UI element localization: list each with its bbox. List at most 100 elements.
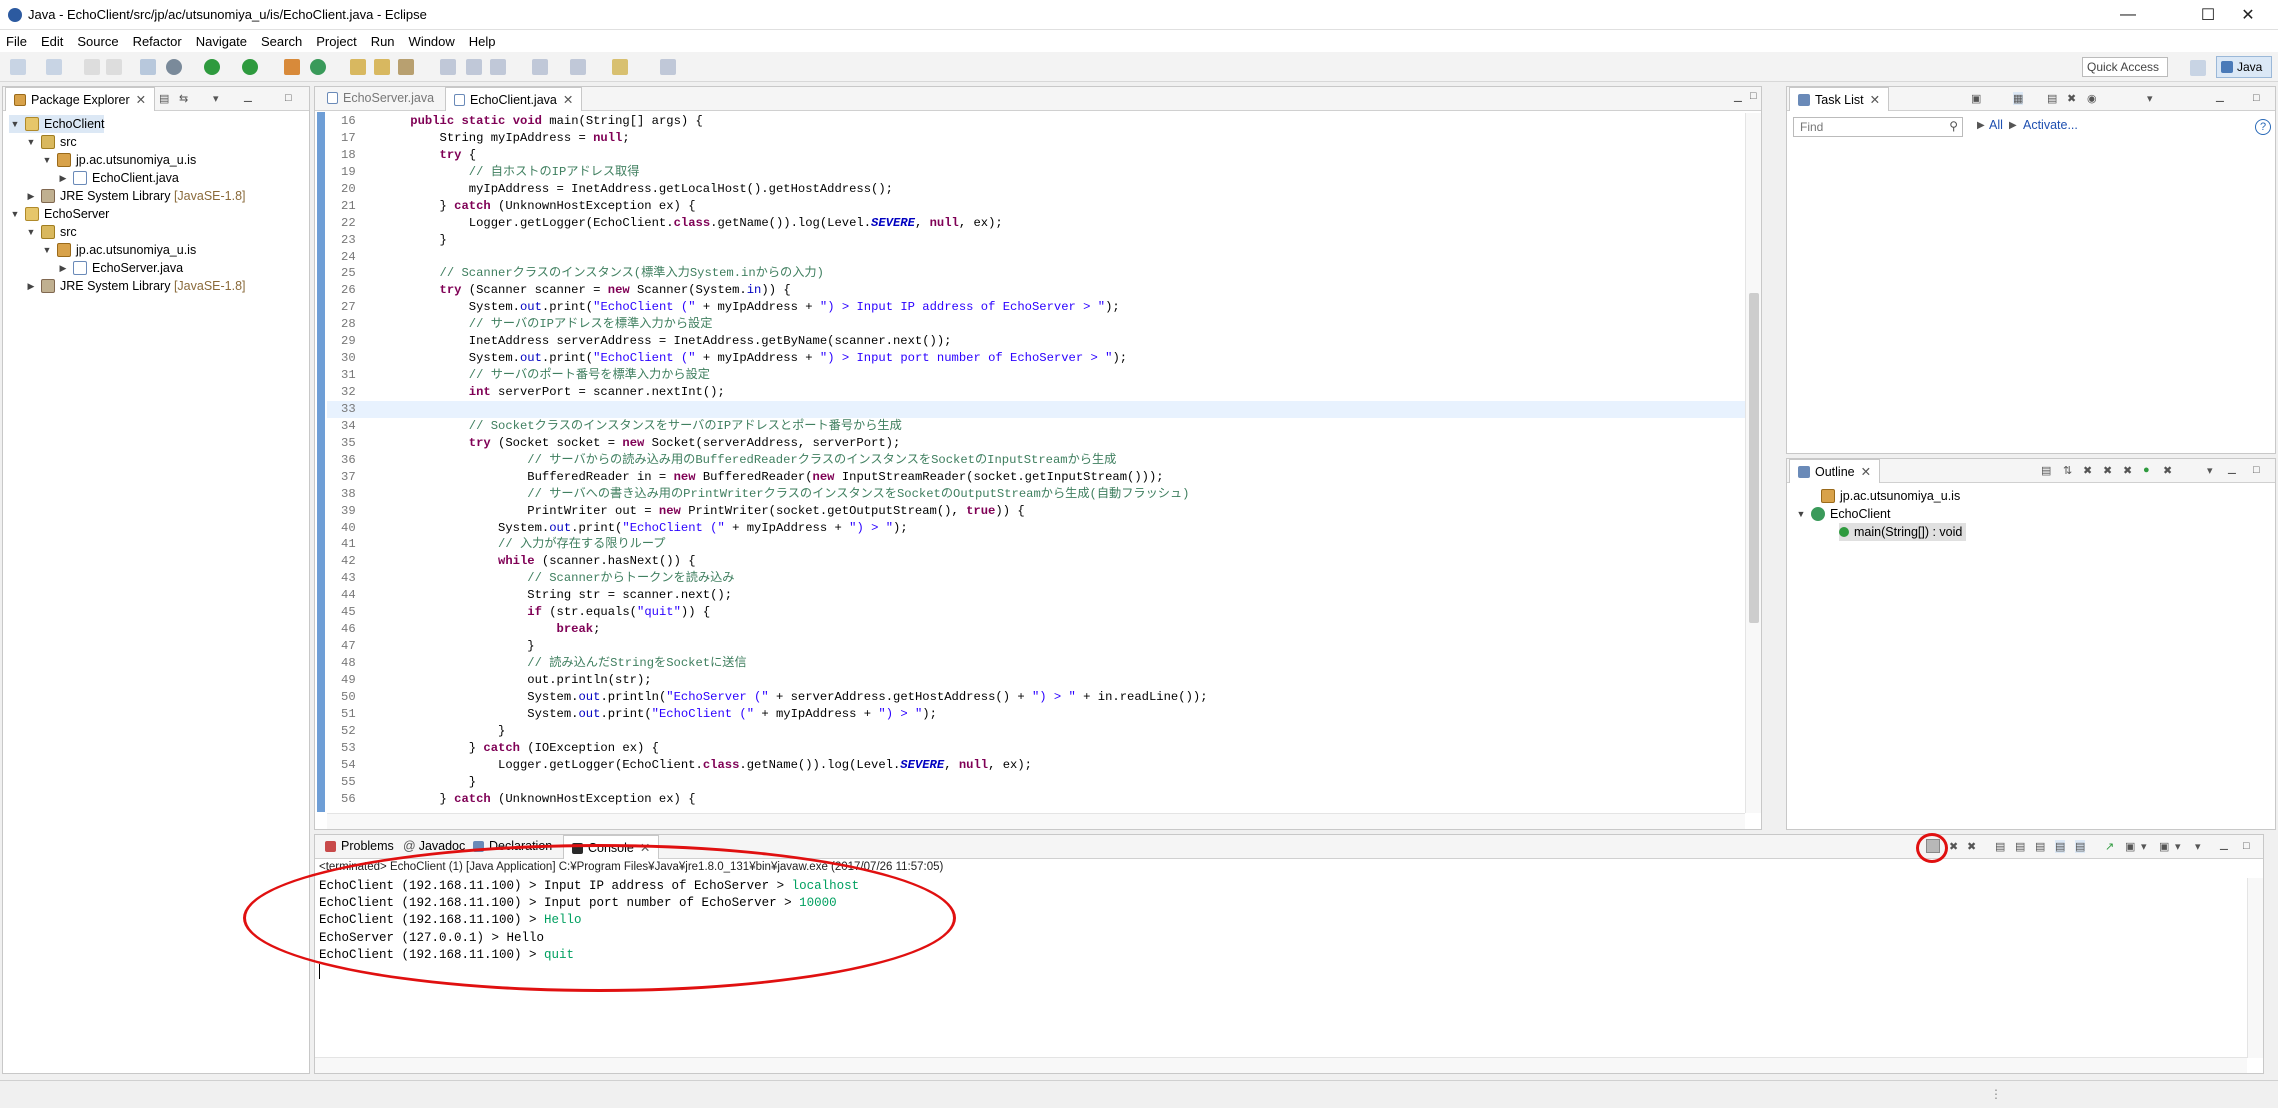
menu-project[interactable]: Project xyxy=(316,34,356,49)
tab-echoserver-java[interactable]: EchoServer.java xyxy=(319,87,442,111)
code-line[interactable]: 21 } catch (UnknownHostException ex) { xyxy=(327,198,1745,215)
tree-item-package[interactable]: ▼ jp.ac.utsunomiya_u.is xyxy=(41,241,196,259)
expand-chevron-icon[interactable]: ▼ xyxy=(9,209,21,219)
code-line[interactable]: 42 while (scanner.hasNext()) { xyxy=(327,553,1745,570)
mark-occurrences-icon[interactable] xyxy=(490,59,506,75)
tree-item-jre-library[interactable]: ▶ JRE System Library [JavaSE-1.8] xyxy=(25,187,246,205)
tab-echoclient-java[interactable]: EchoClient.java ✕ xyxy=(445,87,583,111)
code-line[interactable]: 44 String str = scanner.next(); xyxy=(327,587,1745,604)
editor-horizontal-scrollbar[interactable] xyxy=(327,813,1745,829)
external-tools-icon[interactable] xyxy=(284,59,300,75)
categorized-icon[interactable]: ▦ xyxy=(2013,92,2024,105)
hide-fields-icon[interactable]: ✖ xyxy=(2083,464,2092,477)
minimize-view-icon[interactable]: ⚊ xyxy=(2219,840,2229,853)
prev-annotation-icon[interactable] xyxy=(466,59,482,75)
code-line[interactable]: 23 } xyxy=(327,232,1745,249)
code-line[interactable]: 48 // 読み込んだStringをSocketに送信 xyxy=(327,655,1745,672)
code-line[interactable]: 33 xyxy=(327,400,1745,418)
code-line[interactable]: 29 InetAddress serverAddress = InetAddre… xyxy=(327,333,1745,350)
view-menu-icon[interactable]: ▾ xyxy=(213,92,219,105)
new-class-icon[interactable] xyxy=(310,59,326,75)
code-line[interactable]: 51 System.out.print("EchoClient (" + myI… xyxy=(327,706,1745,723)
collapse-all-icon[interactable]: ▤ xyxy=(159,92,169,105)
collapse-all-icon[interactable]: ▤ xyxy=(2047,92,2057,105)
code-line[interactable]: 25 // Scannerクラスのインスタンス(標準入力System.inからの… xyxy=(327,265,1745,282)
maximize-editor-icon[interactable]: □ xyxy=(1750,90,1757,102)
dropdown-icon[interactable]: ▾ xyxy=(2141,840,2147,853)
code-line[interactable]: 55 } xyxy=(327,774,1745,791)
run-icon[interactable] xyxy=(204,59,220,75)
expand-chevron-icon[interactable]: ▶ xyxy=(57,263,69,274)
show-on-stderr-icon[interactable]: ▤ xyxy=(2075,840,2086,853)
next-annotation-icon[interactable] xyxy=(440,59,456,75)
forward-icon[interactable] xyxy=(660,59,676,75)
menu-refactor[interactable]: Refactor xyxy=(133,34,182,49)
remove-launch-icon[interactable]: ✖ xyxy=(1949,840,1958,853)
code-line[interactable]: 26 try (Scanner scanner = new Scanner(Sy… xyxy=(327,282,1745,299)
code-line[interactable]: 27 System.out.print("EchoClient (" + myI… xyxy=(327,299,1745,316)
console-vertical-scrollbar[interactable] xyxy=(2247,878,2263,1058)
open-folder-icon[interactable] xyxy=(350,59,366,75)
expand-chevron-icon[interactable]: ▼ xyxy=(41,155,53,165)
pin-console-icon[interactable]: ↗ xyxy=(2105,840,2114,853)
outline-item-package[interactable]: jp.ac.utsunomiya_u.is xyxy=(1821,487,1960,505)
editor-vertical-scrollbar[interactable] xyxy=(1745,113,1761,813)
code-line[interactable]: 49 out.println(str); xyxy=(327,672,1745,689)
maximize-view-icon[interactable]: □ xyxy=(2253,92,2260,104)
close-icon[interactable]: ✕ xyxy=(1870,93,1880,107)
tab-package-explorer[interactable]: Package Explorer ✕ xyxy=(5,87,156,111)
menu-window[interactable]: Window xyxy=(409,34,455,49)
code-line[interactable]: 50 System.out.println("EchoServer (" + s… xyxy=(327,689,1745,706)
search-icon[interactable] xyxy=(398,59,414,75)
last-edit-icon[interactable] xyxy=(570,59,586,75)
link-with-editor-icon[interactable]: ⇆ xyxy=(179,92,188,105)
code-line[interactable]: 19 // 自ホストのIPアドレス取得 xyxy=(327,164,1745,181)
view-menu-icon[interactable]: ▾ xyxy=(2207,464,2213,477)
code-line[interactable]: 41 // 入力が存在する限りループ xyxy=(327,536,1745,553)
hide-nonpublic-icon[interactable]: ✖ xyxy=(2123,464,2132,477)
maximize-view-icon[interactable]: □ xyxy=(2253,464,2260,476)
new-icon[interactable] xyxy=(10,59,26,75)
display-selected-console-icon[interactable]: ▣ xyxy=(2125,840,2135,853)
code-line[interactable]: 24 xyxy=(327,249,1745,266)
task-find-input[interactable]: Find ⚲ xyxy=(1793,117,1963,137)
menu-navigate[interactable]: Navigate xyxy=(196,34,247,49)
open-perspective-icon[interactable] xyxy=(2190,60,2206,76)
back-icon[interactable] xyxy=(612,59,628,75)
run-coverage-icon[interactable] xyxy=(242,59,258,75)
hide-local-types-icon[interactable]: ● xyxy=(2143,464,2150,476)
remove-all-terminated-icon[interactable]: ✖ xyxy=(1967,840,1976,853)
code-line[interactable]: 43 // Scannerからトークンを読み込み xyxy=(327,570,1745,587)
focus-icon[interactable]: ◉ xyxy=(2087,92,2097,105)
toggle-breadcrumb-icon[interactable] xyxy=(532,59,548,75)
tab-task-list[interactable]: Task List ✕ xyxy=(1789,87,1890,111)
code-line[interactable]: 34 // SocketクラスのインスタンスをサーバのIPアドレスとポート番号か… xyxy=(327,418,1745,435)
save-icon[interactable] xyxy=(84,59,100,75)
close-icon[interactable]: ✕ xyxy=(563,93,573,107)
tab-outline[interactable]: Outline ✕ xyxy=(1789,459,1881,483)
close-button[interactable]: ✕ xyxy=(2218,0,2278,30)
tree-item-echoserver-java[interactable]: ▶ EchoServer.java xyxy=(57,259,183,277)
close-icon[interactable]: ✕ xyxy=(136,93,146,107)
code-line[interactable]: 36 // サーバからの読み込み用のBufferedReaderクラスのインスタ… xyxy=(327,452,1745,469)
scrollbar-thumb[interactable] xyxy=(1749,293,1759,623)
code-line[interactable]: 30 System.out.print("EchoClient (" + myI… xyxy=(327,350,1745,367)
code-line[interactable]: 38 // サーバへの書き込み用のPrintWriterクラスのインスタンスをS… xyxy=(327,486,1745,503)
code-area[interactable]: 16 public static void main(String[] args… xyxy=(327,113,1745,813)
all-link[interactable]: All xyxy=(1989,118,2003,132)
tree-item-jre-library[interactable]: ▶ JRE System Library [JavaSE-1.8] xyxy=(25,277,246,295)
menu-help[interactable]: Help xyxy=(469,34,496,49)
code-line[interactable]: 28 // サーバのIPアドレスを標準入力から設定 xyxy=(327,316,1745,333)
code-line[interactable]: 31 // サーバのポート番号を標準入力から設定 xyxy=(327,367,1745,384)
code-line[interactable]: 53 } catch (IOException ex) { xyxy=(327,740,1745,757)
minimize-view-icon[interactable]: ⚊ xyxy=(2227,464,2237,477)
show-on-stdout-icon[interactable]: ▤ xyxy=(2055,840,2066,853)
view-menu-icon[interactable]: ▾ xyxy=(2195,840,2201,853)
outline-item-method[interactable]: main(String[]) : void xyxy=(1839,523,1967,541)
hide-completed-icon[interactable]: ✖ xyxy=(2067,92,2076,105)
menu-search[interactable]: Search xyxy=(261,34,302,49)
new-task-icon[interactable]: ▣ xyxy=(1971,92,1981,105)
open-type-icon[interactable] xyxy=(374,59,390,75)
expand-chevron-icon[interactable]: ▶ xyxy=(25,191,37,202)
open-console-icon[interactable]: ▣ xyxy=(2159,840,2169,853)
